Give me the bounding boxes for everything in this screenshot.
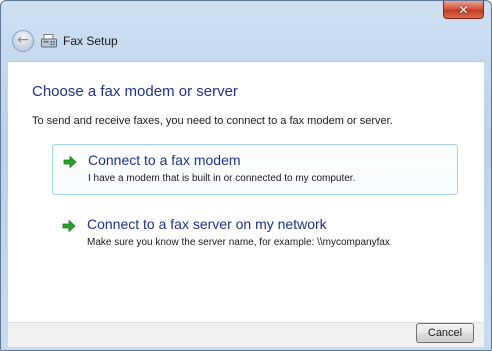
fax-setup-window: ✕ ← Fax Setup Choose a fax modem or serv… xyxy=(0,0,492,351)
option-title: Connect to a fax modem xyxy=(88,152,241,168)
green-arrow-icon xyxy=(62,219,76,233)
option-title: Connect to a fax server on my network xyxy=(87,216,327,232)
option-connect-fax-server[interactable]: Connect to a fax server on my network Ma… xyxy=(52,209,458,260)
page-heading: Choose a fax modem or server xyxy=(32,83,238,100)
option-description: Make sure you know the server name, for … xyxy=(87,237,390,248)
back-button[interactable]: ← xyxy=(12,30,34,52)
close-icon: ✕ xyxy=(458,2,469,17)
green-arrow-icon xyxy=(63,155,77,169)
window-title: Fax Setup xyxy=(63,34,118,48)
fax-icon xyxy=(40,33,58,49)
title-bar: ← Fax Setup xyxy=(7,26,485,56)
option-connect-fax-modem[interactable]: Connect to a fax modem I have a modem th… xyxy=(52,144,458,195)
wizard-footer: Cancel xyxy=(8,322,484,347)
close-button[interactable]: ✕ xyxy=(443,1,484,19)
option-description: I have a modem that is built in or conne… xyxy=(88,173,356,184)
cancel-button[interactable]: Cancel xyxy=(416,323,474,343)
instruction-text: To send and receive faxes, you need to c… xyxy=(32,115,393,127)
wizard-content: Choose a fax modem or server To send and… xyxy=(8,61,484,323)
back-arrow-icon: ← xyxy=(17,32,29,48)
